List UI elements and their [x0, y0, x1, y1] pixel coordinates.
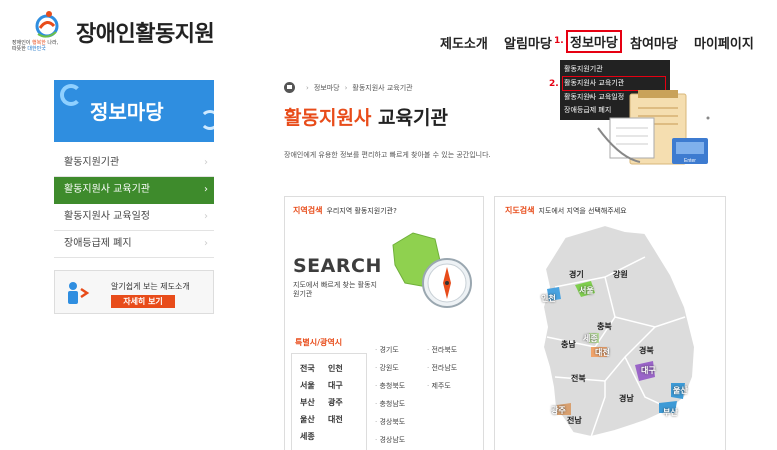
metro-link-gwangju[interactable]: 광주	[328, 396, 356, 410]
logo-slogan: 장애인이 행복한 나라, 따뜻한 대한민국	[12, 40, 59, 52]
map-region-gwangju[interactable]: 광주	[551, 405, 566, 416]
metro-link-daejeon[interactable]: 대전	[328, 413, 356, 427]
site-logo[interactable]: 장애인이 행복한 나라, 따뜻한 대한민국 장애인활동지원	[10, 10, 230, 52]
province-link-gangwon[interactable]: 강원도	[375, 361, 427, 375]
page-title: 활동지원사 교육기관	[284, 107, 448, 129]
metro-link-sejong[interactable]: 세종	[300, 430, 328, 444]
logo-title: 장애인활동지원	[76, 22, 215, 47]
map-region-jeonnam[interactable]: 전남	[567, 415, 582, 426]
metro-cities-box: 전국 인천 서울 대구 부산 광주 울산 대전 세종	[291, 353, 367, 450]
gnb-mypage[interactable]: 마이페이지	[694, 33, 754, 52]
breadcrumb-separator: ›	[306, 83, 309, 92]
map-region-daegu[interactable]: 대구	[641, 365, 656, 376]
gnb-participation[interactable]: 참여마당	[630, 33, 678, 52]
sidebar-item-label: 활동지원사 교육기관	[64, 184, 150, 195]
system-intro-banner[interactable]: 알기쉽게 보는 제도소개 자세히 보기	[54, 270, 214, 314]
map-region-busan[interactable]: 부산	[663, 407, 678, 418]
breadcrumb-item: 활동지원사 교육기관	[352, 83, 413, 92]
sidebar-title: 정보마당	[90, 100, 164, 124]
step-marker-2: 2.	[549, 79, 559, 89]
swirl-decoration-icon	[60, 84, 82, 106]
province-link-jeju[interactable]: 제주도	[427, 379, 479, 393]
province-link-chungbuk[interactable]: 충청북도	[375, 379, 427, 393]
metro-link-incheon[interactable]: 인천	[328, 362, 356, 376]
swirl-decoration-icon	[200, 110, 214, 130]
metro-cities-title: 특별시/광역시	[295, 338, 343, 347]
map-region-incheon[interactable]: 인천	[541, 293, 556, 304]
chevron-right-icon: ›	[204, 211, 208, 222]
map-region-seoul[interactable]: 서울	[579, 285, 594, 296]
dropdown-item-agencies[interactable]: 활동지원기관	[564, 63, 666, 76]
search-description: 지도에서 빠르게 찾는 활동지원기관	[293, 281, 377, 298]
svg-text:Enter: Enter	[684, 158, 696, 164]
sidebar-hero: 정보마당	[54, 80, 214, 142]
province-link-gyeonggi[interactable]: 경기도	[375, 343, 427, 357]
province-link-jeonbuk[interactable]: 전라북도	[427, 343, 479, 357]
logo-swirl-icon	[35, 11, 59, 38]
breadcrumb: › 정보마당 › 활동지원사 교육기관	[284, 82, 413, 93]
map-region-gyeongbuk[interactable]: 경북	[639, 345, 654, 356]
province-list: 경기도 전라북도 강원도 전라남도 충청북도 제주도 충청남도 경상북도 경상남…	[375, 343, 479, 447]
chevron-right-icon: ›	[204, 238, 208, 249]
sidebar-item-label: 활동지원사 교육일정	[64, 211, 150, 222]
metro-link-busan[interactable]: 부산	[300, 396, 328, 410]
gnb-info[interactable]: 정보마당	[566, 30, 622, 53]
province-empty	[427, 397, 479, 411]
sidebar-item-label: 장애등급제 폐지	[64, 238, 132, 249]
province-empty	[427, 433, 479, 447]
province-link-jeonnam[interactable]: 전라남도	[427, 361, 479, 375]
page-description: 장애인에게 유용한 정보를 편리하고 빠르게 찾아볼 수 있는 공간입니다.	[284, 151, 491, 159]
gnb-notice[interactable]: 알림마당	[504, 33, 552, 52]
province-link-gyeongbuk[interactable]: 경상북도	[375, 415, 427, 429]
chevron-right-icon: ›	[204, 157, 208, 168]
sidebar-item-grade-abolition[interactable]: 장애등급제 폐지 ›	[54, 231, 214, 258]
metro-link-nationwide[interactable]: 전국	[300, 362, 328, 376]
province-empty	[427, 415, 479, 429]
banner-text: 알기쉽게 보는 제도소개	[111, 282, 190, 291]
map-search-panel: 지도검색 지도에서 지역을 선택해주세요 경기 강원 서울 인천 충북 충남 세종…	[494, 196, 726, 450]
sidebar-item-training-institutions[interactable]: 활동지원사 교육기관 ›	[54, 177, 214, 204]
sidebar-item-agencies[interactable]: 활동지원기관 ›	[54, 150, 214, 177]
map-region-chungnam[interactable]: 충남	[561, 339, 576, 350]
province-link-chungnam[interactable]: 충청남도	[375, 397, 427, 411]
view-details-button[interactable]: 자세히 보기	[111, 295, 175, 308]
step-marker-1: 1.	[554, 36, 564, 46]
region-search-panel: 지역검색 우리지역 활동지원기관? SEARCH 지도에서 빠르게 찾는 활동지원…	[284, 196, 484, 450]
chevron-right-icon: ›	[204, 184, 208, 195]
map-region-chungbuk[interactable]: 충북	[597, 321, 612, 332]
search-heading: SEARCH	[293, 255, 382, 277]
metro-link-ulsan[interactable]: 울산	[300, 413, 328, 427]
map-region-jeonbuk[interactable]: 전북	[571, 373, 586, 384]
map-region-gyeonggi[interactable]: 경기	[569, 269, 584, 280]
metro-link-seoul[interactable]: 서울	[300, 379, 328, 393]
documents-illustration-icon: Enter	[588, 90, 710, 165]
map-region-ulsan[interactable]: 울산	[673, 385, 688, 396]
region-search-header: 지역검색 우리지역 활동지원기관?	[293, 206, 397, 215]
map-region-sejong[interactable]: 세종	[583, 333, 598, 344]
sidebar-item-label: 활동지원기관	[64, 157, 120, 168]
people-icon	[68, 282, 90, 304]
map-region-gyeongnam[interactable]: 경남	[619, 393, 634, 404]
map-region-daejeon[interactable]: 대전	[595, 347, 610, 358]
gnb-intro[interactable]: 제도소개	[440, 33, 488, 52]
breadcrumb-item[interactable]: 정보마당	[314, 83, 340, 93]
metro-link-daegu[interactable]: 대구	[328, 379, 356, 393]
breadcrumb-separator: ›	[344, 83, 348, 92]
province-link-gyeongnam[interactable]: 경상남도	[375, 433, 427, 447]
sidebar-menu: 활동지원기관 › 활동지원사 교육기관 › 활동지원사 교육일정 › 장애등급제…	[54, 150, 214, 258]
map-region-gangwon[interactable]: 강원	[613, 269, 628, 280]
compass-map-icon	[392, 232, 472, 308]
home-icon[interactable]	[284, 82, 295, 93]
sidebar-item-training-schedule[interactable]: 활동지원사 교육일정 ›	[54, 204, 214, 231]
